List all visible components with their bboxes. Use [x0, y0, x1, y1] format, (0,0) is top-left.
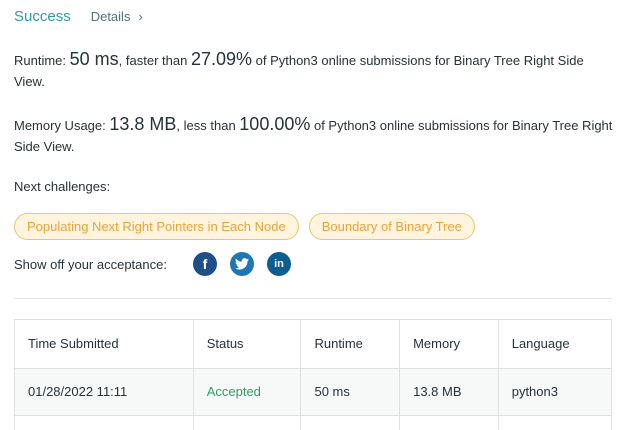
details-label: Details: [90, 9, 131, 24]
runtime-percent: 27.09%: [190, 49, 252, 69]
memory-mid: , less than: [176, 118, 240, 133]
linkedin-icon[interactable]: in: [266, 252, 291, 276]
facebook-icon[interactable]: f: [192, 252, 217, 276]
social-buttons: f in: [192, 252, 291, 276]
result-status: Success: [14, 8, 71, 25]
empty-cell: [399, 415, 499, 430]
memory-summary: Memory Usage: 13.8 MB, less than 100.00%…: [14, 114, 614, 157]
cell-status[interactable]: Accepted: [193, 368, 302, 416]
chevron-right-icon: ›: [138, 9, 143, 24]
share-row: Show off your acceptance: f in: [14, 252, 291, 276]
details-link[interactable]: Details ›: [91, 9, 143, 24]
runtime-summary: Runtime: 50 ms, faster than 27.09% of Py…: [14, 49, 614, 92]
empty-cell: [498, 415, 611, 430]
runtime-label: Runtime:: [14, 53, 70, 68]
next-challenges-list: Populating Next Right Pointers in Each N…: [14, 213, 475, 240]
memory-percent: 100.00%: [239, 114, 311, 134]
result-header: Success Details ›: [14, 8, 143, 25]
twitter-icon[interactable]: [229, 252, 254, 276]
column-header-language: Language: [498, 320, 611, 369]
runtime-mid: , faster than: [118, 53, 191, 68]
cell-memory: 13.8 MB: [399, 368, 499, 416]
memory-label: Memory Usage:: [14, 118, 110, 133]
column-header-time-submitted: Time Submitted: [15, 320, 194, 369]
next-challenges-label: Next challenges:: [14, 179, 111, 194]
column-header-status: Status: [193, 320, 302, 369]
empty-cell: [193, 415, 302, 430]
share-label: Show off your acceptance:: [14, 256, 167, 272]
table-header-row: Time Submitted Status Runtime Memory Lan…: [15, 320, 611, 369]
cell-runtime: 50 ms: [300, 368, 401, 416]
runtime-value: 50 ms: [69, 49, 119, 69]
challenge-chip-boundary-of-binary-tree[interactable]: Boundary of Binary Tree: [308, 213, 475, 240]
empty-cell: [15, 415, 194, 430]
table-row-partial: [15, 415, 611, 430]
section-divider: [14, 298, 612, 299]
memory-value: 13.8 MB: [109, 114, 177, 134]
column-header-runtime: Runtime: [300, 320, 401, 369]
challenge-chip-populating-next-right-pointers[interactable]: Populating Next Right Pointers in Each N…: [14, 213, 299, 240]
empty-cell: [300, 415, 401, 430]
table-row[interactable]: 01/28/2022 11:11 Accepted 50 ms 13.8 MB …: [15, 368, 611, 416]
twitter-bird-glyph: [234, 258, 249, 270]
cell-language: python3: [498, 368, 611, 416]
column-header-memory: Memory: [399, 320, 499, 369]
cell-time-submitted: 01/28/2022 11:11: [15, 368, 194, 416]
submissions-table: Time Submitted Status Runtime Memory Lan…: [14, 319, 612, 430]
